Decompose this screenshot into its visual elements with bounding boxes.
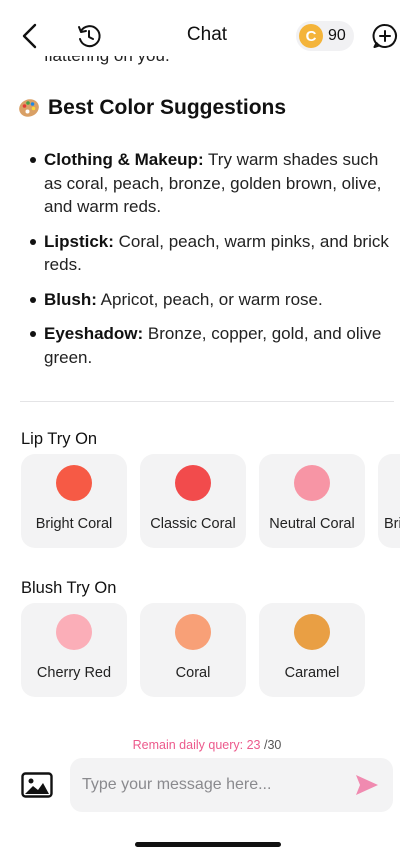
quota-total: /30 bbox=[260, 738, 282, 752]
home-indicator bbox=[135, 842, 281, 847]
blush-try-on-title: Blush Try On bbox=[21, 579, 117, 597]
color-dot bbox=[175, 614, 211, 650]
swatch-label: Bright Coral bbox=[35, 516, 113, 532]
swatch-label: Brig bbox=[384, 516, 400, 532]
coin-balance[interactable]: C 90 bbox=[296, 21, 354, 51]
new-chat-plus-icon[interactable] bbox=[372, 23, 398, 49]
lip-try-on-title: Lip Try On bbox=[21, 430, 98, 448]
swatch-label: Neutral Coral bbox=[269, 516, 355, 532]
quota-remaining: Remain daily query: 23 bbox=[132, 738, 261, 752]
swatch-label: Caramel bbox=[284, 665, 340, 681]
section-heading-text: Best Color Suggestions bbox=[48, 96, 287, 119]
daily-query-counter: Remain daily query: 23 /30 bbox=[0, 738, 414, 752]
swatch-label: Classic Coral bbox=[150, 516, 236, 532]
color-dot bbox=[56, 465, 92, 501]
lip-swatch-neutral-coral[interactable]: Neutral Coral bbox=[259, 454, 365, 548]
coin-icon: C bbox=[299, 24, 323, 48]
blush-swatch-caramel[interactable]: Caramel bbox=[259, 603, 365, 697]
lip-swatch-bright-coral[interactable]: Bright Coral bbox=[21, 454, 127, 548]
message-input-box[interactable] bbox=[70, 758, 393, 812]
image-upload-icon[interactable] bbox=[21, 772, 53, 798]
next-section-fragment: ▬ ▬ ▬ ▬ ▬ bbox=[20, 727, 118, 732]
color-dot bbox=[175, 465, 211, 501]
section-heading: Best Color Suggestions bbox=[18, 96, 286, 120]
color-dot bbox=[56, 614, 92, 650]
message-input[interactable] bbox=[82, 758, 342, 812]
divider bbox=[20, 401, 394, 402]
list-item: Eyeshadow: Bronze, copper, gold, and oli… bbox=[28, 322, 398, 369]
swatch-label: Coral bbox=[175, 665, 211, 681]
lip-swatch-partial[interactable]: Brig bbox=[378, 454, 400, 548]
scrolled-text-fragment: flattering on you. bbox=[44, 56, 170, 66]
list-item: Blush: Apricot, peach, or warm rose. bbox=[28, 288, 398, 312]
lip-swatch-classic-coral[interactable]: Classic Coral bbox=[140, 454, 246, 548]
coin-count: 90 bbox=[328, 27, 346, 44]
color-dot bbox=[294, 614, 330, 650]
color-dot bbox=[294, 465, 330, 501]
color-suggestion-list: Clothing & Makeup: Try warm shades such … bbox=[28, 148, 398, 380]
blush-swatch-row[interactable]: Cherry Red Coral Caramel bbox=[21, 603, 365, 697]
list-item: Lipstick: Coral, peach, warm pinks, and … bbox=[28, 230, 398, 277]
chat-header: Chat C 90 flattering on you. bbox=[0, 0, 414, 72]
blush-swatch-coral[interactable]: Coral bbox=[140, 603, 246, 697]
list-item: Clothing & Makeup: Try warm shades such … bbox=[28, 148, 398, 219]
swatch-label: Cherry Red bbox=[36, 665, 112, 681]
blush-swatch-cherry-red[interactable]: Cherry Red bbox=[21, 603, 127, 697]
send-icon[interactable] bbox=[355, 774, 379, 796]
lip-swatch-row[interactable]: Bright Coral Classic Coral Neutral Coral… bbox=[21, 454, 400, 548]
artist-palette-icon bbox=[19, 99, 39, 117]
